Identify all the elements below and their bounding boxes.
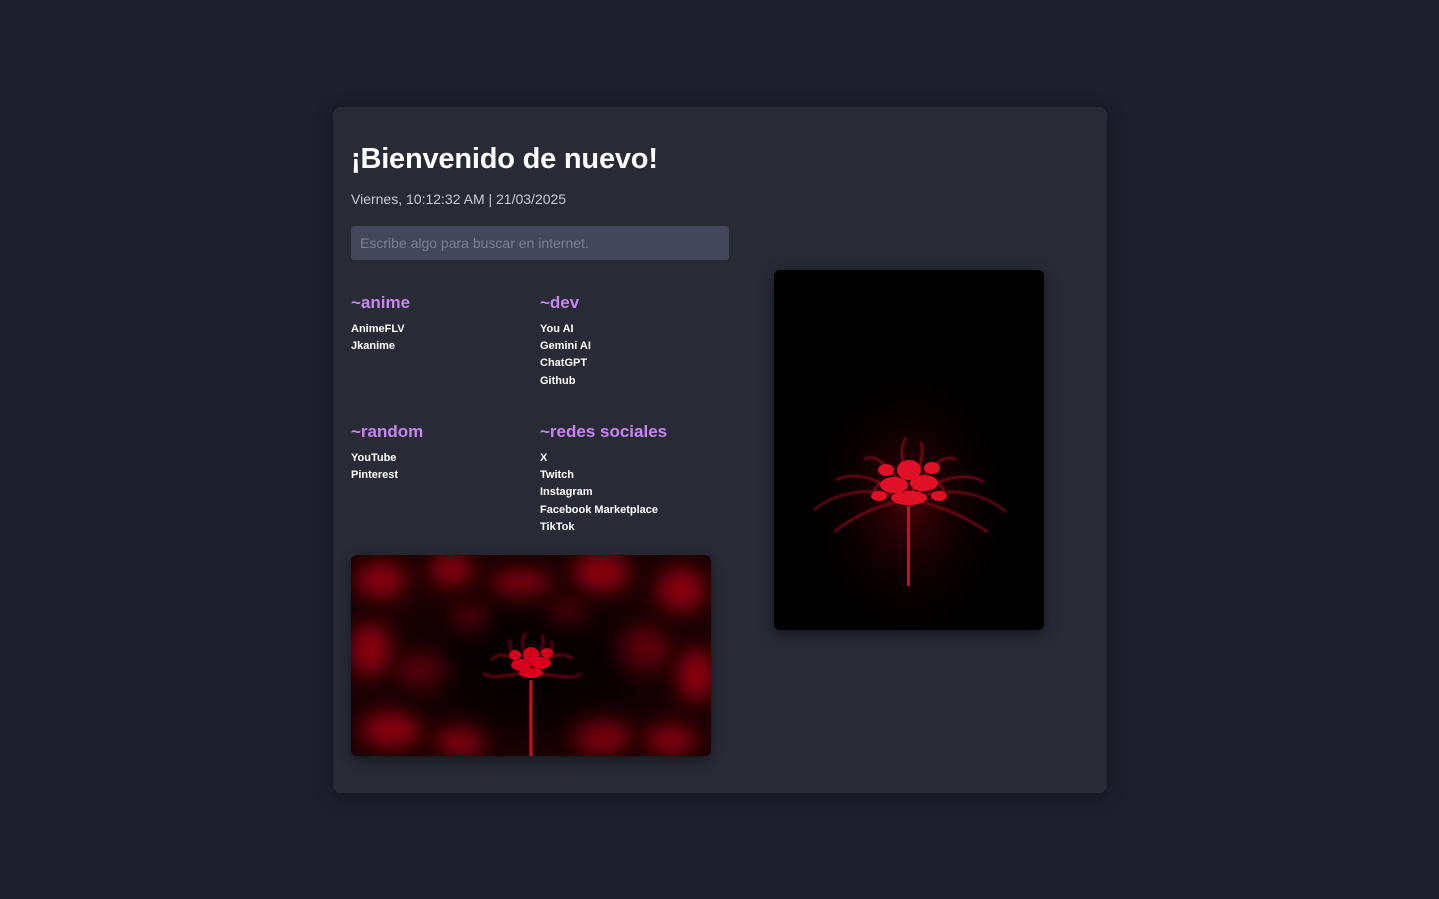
section-title-random: ~random [351, 422, 424, 441]
link-jkanime[interactable]: Jkanime [351, 338, 531, 355]
startpage-card: ¡Bienvenido de nuevo! Viernes, 10:12:32 … [333, 107, 1107, 793]
section-title-anime: ~anime [351, 293, 411, 312]
section-title-dev: ~dev [540, 293, 580, 312]
section-anime: ~anime AnimeFLV Jkanime [351, 293, 531, 355]
spider-lily-wide-image [351, 555, 711, 756]
section-dev: ~dev You AI Gemini AI ChatGPT Github [540, 293, 720, 390]
spider-lily-tall-image [774, 270, 1044, 630]
link-facebook-marketplace[interactable]: Facebook Marketplace [540, 502, 760, 519]
link-instagram[interactable]: Instagram [540, 484, 760, 501]
search-input[interactable] [351, 226, 729, 260]
link-twitch[interactable]: Twitch [540, 467, 760, 484]
page-title: ¡Bienvenido de nuevo! [351, 143, 658, 175]
link-pinterest[interactable]: Pinterest [351, 467, 531, 484]
link-x[interactable]: X [540, 450, 760, 467]
section-title-social: ~redes sociales [540, 422, 668, 441]
link-animeflv[interactable]: AnimeFLV [351, 321, 531, 338]
link-github[interactable]: Github [540, 373, 720, 390]
link-youtube[interactable]: YouTube [351, 450, 531, 467]
link-tiktok[interactable]: TikTok [540, 519, 760, 536]
link-gemini-ai[interactable]: Gemini AI [540, 338, 720, 355]
link-you-ai[interactable]: You AI [540, 321, 720, 338]
section-random: ~random YouTube Pinterest [351, 422, 531, 484]
link-chatgpt[interactable]: ChatGPT [540, 355, 720, 372]
datetime-display: Viernes, 10:12:32 AM | 21/03/2025 [351, 191, 567, 207]
section-social: ~redes sociales X Twitch Instagram Faceb… [540, 422, 760, 536]
